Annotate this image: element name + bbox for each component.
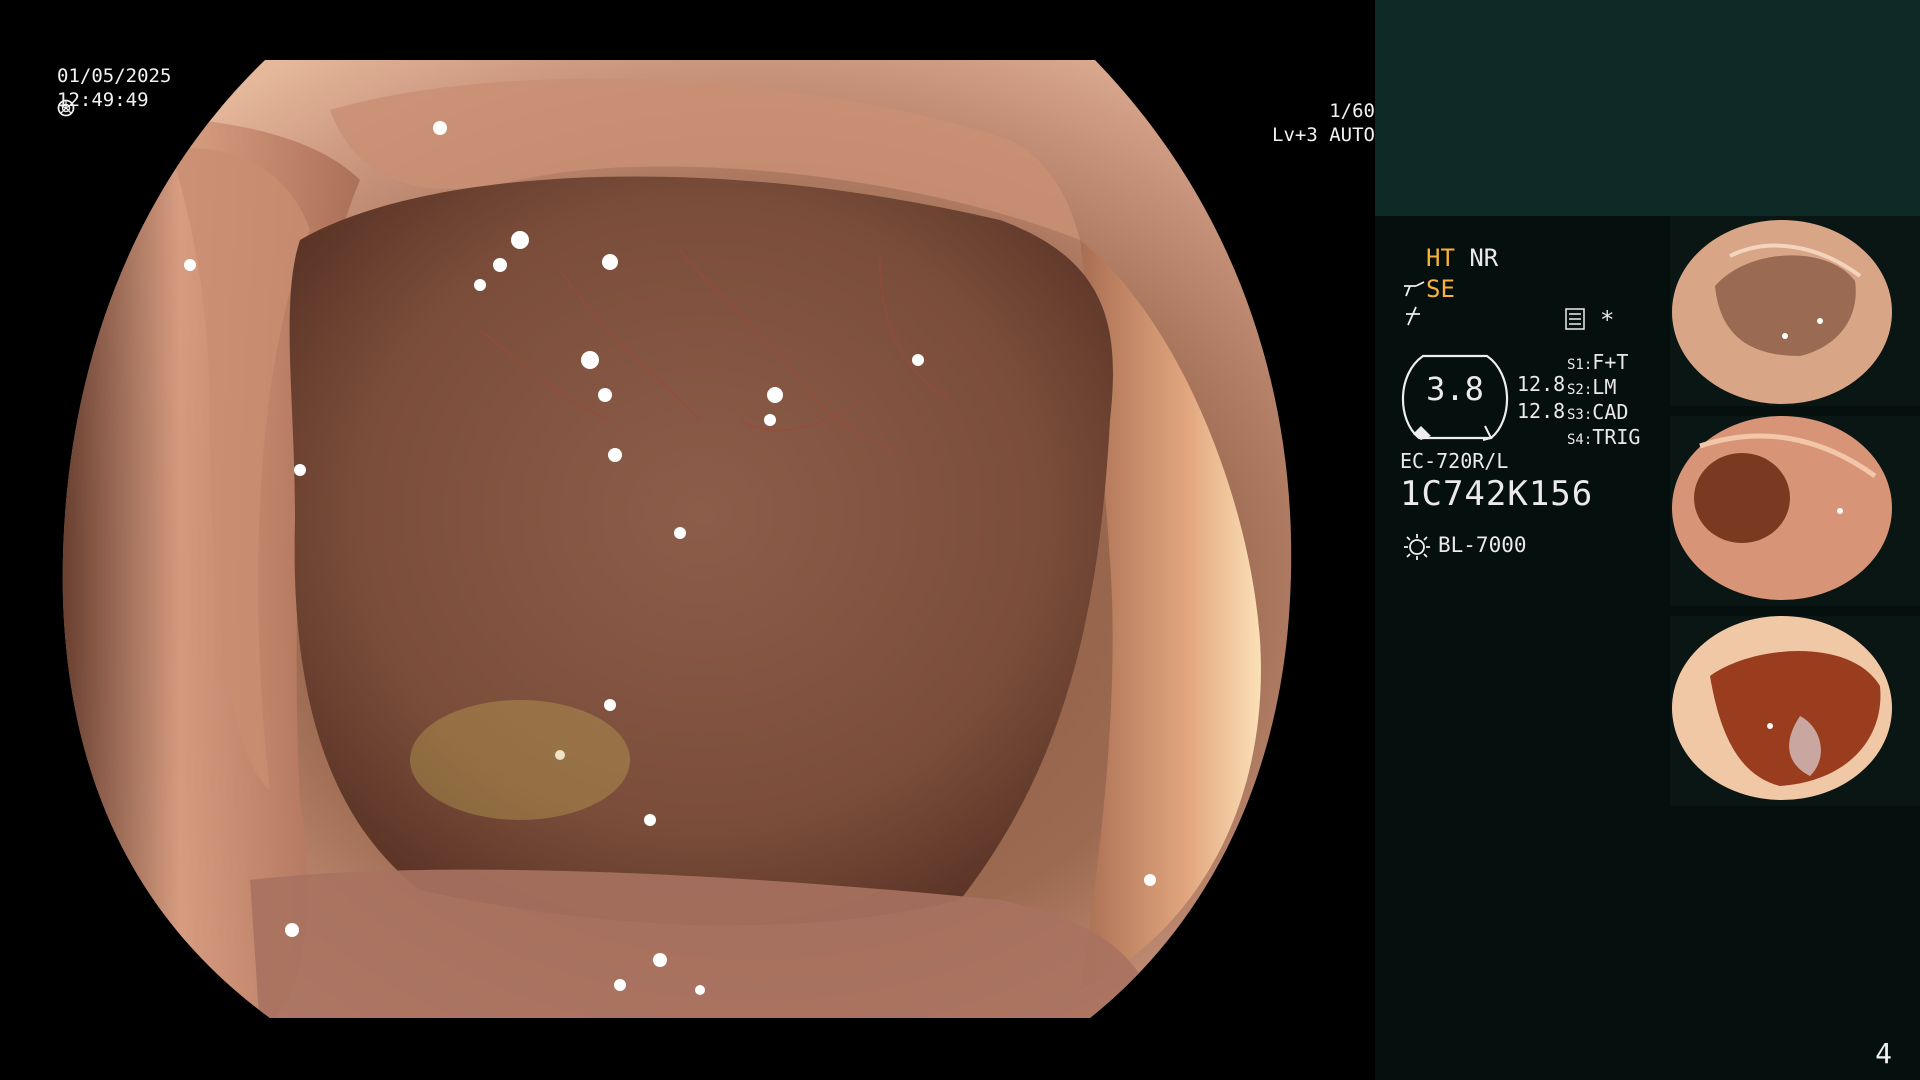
value-1: 12.8 xyxy=(1517,372,1566,396)
capture-thumbnail-2[interactable] xyxy=(1670,416,1920,606)
level-text: Lv+3 AUTO xyxy=(1272,124,1375,146)
capture-thumbnail-3[interactable] xyxy=(1670,616,1920,806)
se-mode: SE xyxy=(1426,275,1455,303)
capture-thumbnail-1[interactable] xyxy=(1670,216,1920,406)
gauge-value: 3.8 xyxy=(1426,370,1484,408)
memory-icon xyxy=(1565,308,1585,330)
switch-1: S1:F+T xyxy=(1567,350,1629,374)
page-number: 4 xyxy=(1875,1037,1892,1070)
ht-mode: HT xyxy=(1426,244,1455,272)
scope-model: EC-720R/L xyxy=(1400,449,1509,473)
panel-header-area xyxy=(1375,0,1920,216)
value-2: 12.8 xyxy=(1517,399,1566,423)
shutter-text: 1/60 xyxy=(1329,100,1375,122)
auto-iris-icon xyxy=(57,99,75,117)
light-source-icon xyxy=(1404,534,1430,560)
light-source: BL-7000 xyxy=(1438,533,1527,557)
endoscope-screen: 01/05/2025 12:49:49 1/60 Lv+3 AUTO HT NR… xyxy=(0,0,1920,1080)
scope-serial: 1C742K156 xyxy=(1400,474,1594,514)
colon-lumen-image xyxy=(62,60,1292,1018)
exposure-info: 1/60 Lv+3 AUTO xyxy=(55,99,1375,147)
tone-icon xyxy=(1406,306,1420,326)
date-text: 01/05/2025 xyxy=(57,65,172,87)
mode-row-1: HT NR xyxy=(1426,244,1498,272)
switch-3: S3:CAD xyxy=(1567,400,1629,424)
nr-mode: NR xyxy=(1469,244,1499,272)
structure-enhance-icon xyxy=(1404,281,1425,297)
switch-4: S4:TRIG xyxy=(1567,425,1641,449)
endoscope-view: 01/05/2025 12:49:49 1/60 Lv+3 AUTO xyxy=(0,0,1375,1080)
star-mark: * xyxy=(1600,306,1615,334)
switch-2: S2:LM xyxy=(1567,375,1617,399)
